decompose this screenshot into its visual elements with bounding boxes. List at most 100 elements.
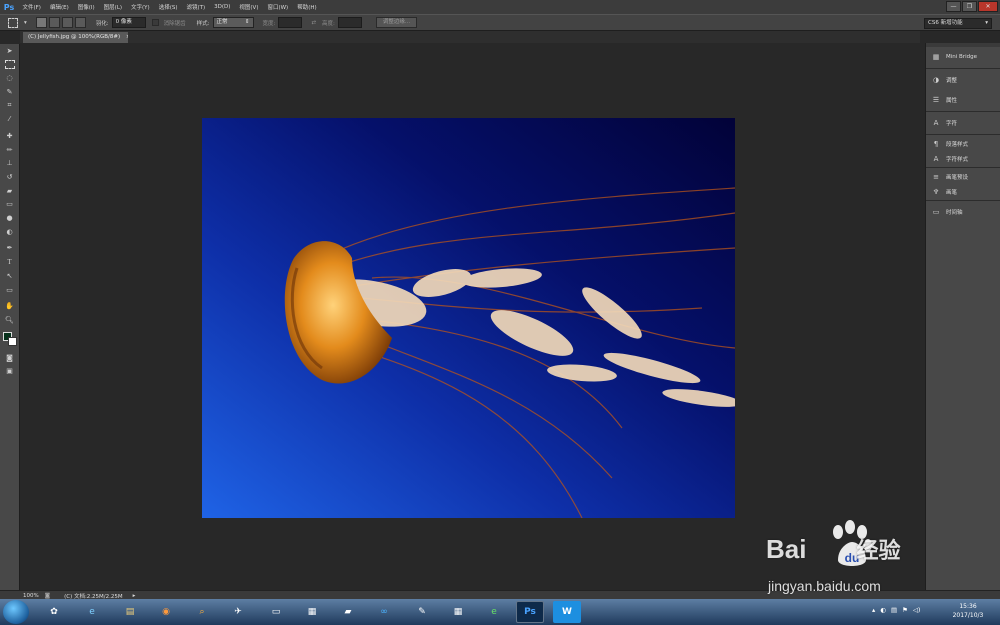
color-swatches[interactable]: [0, 327, 19, 351]
canvas-area[interactable]: [20, 43, 924, 590]
brush-tool-icon[interactable]: ✏: [0, 143, 19, 157]
panel-properties[interactable]: ☰ 属性: [926, 90, 1000, 110]
document-image[interactable]: [202, 118, 735, 518]
style-select[interactable]: 正常 ⇕: [212, 17, 254, 28]
blur-tool-icon[interactable]: ●: [0, 211, 19, 225]
subtract-selection-icon[interactable]: [61, 17, 73, 28]
history-brush-tool-icon[interactable]: ↺: [0, 170, 19, 184]
shape-tool-icon[interactable]: ▭: [0, 283, 19, 297]
hand-tool-icon[interactable]: ✋: [0, 299, 19, 313]
width-input[interactable]: [278, 17, 303, 28]
grid-app-icon[interactable]: ▦: [298, 601, 326, 623]
new-selection-icon[interactable]: [35, 17, 47, 28]
tray-arrow-icon[interactable]: ▴: [872, 606, 875, 614]
panel-label: Mini Bridge: [946, 54, 977, 60]
stamp-tool-icon[interactable]: ⊥: [0, 157, 19, 171]
search-app-icon[interactable]: ⌕: [188, 601, 216, 623]
photoshop-taskbar-icon[interactable]: Ps: [516, 601, 544, 623]
move-tool-icon[interactable]: ➤: [0, 44, 19, 58]
book-app-icon[interactable]: ▰: [334, 601, 362, 623]
refine-edge-button[interactable]: 调整边缘...: [375, 17, 418, 28]
clock[interactable]: 15:36 2017/10/3: [942, 602, 994, 620]
eraser-tool-icon[interactable]: ▰: [0, 184, 19, 198]
panel-character-styles[interactable]: A 字符样式: [926, 151, 1000, 166]
tray-network-icon[interactable]: ▤: [891, 606, 897, 614]
panel-brush-presets[interactable]: ≡ 画笔预设: [926, 169, 1000, 184]
menu-image[interactable]: 图像(I): [73, 3, 99, 11]
panel-adjustments[interactable]: ◑ 调整: [926, 70, 1000, 90]
path-select-tool-icon[interactable]: ↖: [0, 269, 19, 283]
dodge-tool-icon[interactable]: ◐: [0, 225, 19, 239]
menu-view[interactable]: 视图(V): [235, 3, 263, 11]
add-selection-icon[interactable]: [48, 17, 60, 28]
screen-mode-icon[interactable]: ▣: [0, 364, 19, 378]
panel-timeline[interactable]: ▭ 时间轴: [926, 202, 1000, 222]
swap-icon[interactable]: ⇄: [311, 20, 316, 26]
type-tool-icon[interactable]: T: [0, 255, 19, 269]
quick-mask-icon[interactable]: ◙: [0, 351, 19, 365]
pen-tool-icon[interactable]: ✒: [0, 242, 19, 256]
green-app-icon[interactable]: e: [480, 601, 508, 623]
feather-input[interactable]: 0 像素: [111, 17, 146, 28]
preset-dropdown-arrow[interactable]: ▾: [24, 20, 27, 26]
crop-tool-icon[interactable]: ⌗: [0, 99, 19, 113]
ocean-background: [202, 118, 735, 518]
menu-select[interactable]: 选择(S): [154, 3, 182, 11]
panel-mini-bridge[interactable]: ▦ Mini Bridge: [926, 47, 1000, 67]
paragraph-styles-icon: ¶: [933, 139, 939, 148]
taskbar-app-icon[interactable]: ✿: [40, 601, 68, 623]
gradient-tool-icon[interactable]: ▭: [0, 198, 19, 212]
panel-label: 画笔预设: [946, 174, 969, 181]
height-input[interactable]: [337, 17, 362, 28]
document-tab[interactable]: (C) Jellyfish.jpg @ 100%(RGB/8#) ×: [23, 32, 128, 43]
menu-window[interactable]: 窗口(W): [263, 3, 293, 11]
menu-file[interactable]: 文件(F): [18, 3, 45, 11]
marquee-preset-icon[interactable]: [8, 17, 18, 28]
document-tab-row: (C) Jellyfish.jpg @ 100%(RGB/8#) ×: [20, 31, 920, 43]
monitor-app-icon[interactable]: ▭: [262, 601, 290, 623]
restore-button[interactable]: ❐: [962, 1, 977, 12]
panel-brush[interactable]: ♆ 画笔: [926, 184, 1000, 199]
style-select-value: 正常: [216, 19, 228, 25]
tray-app-icon[interactable]: ◐: [880, 606, 886, 614]
minimize-button[interactable]: —: [946, 1, 961, 12]
quick-select-tool-icon[interactable]: ✎: [0, 85, 19, 99]
background-color-swatch[interactable]: [8, 336, 17, 346]
menu-3d[interactable]: 3D(D): [210, 4, 235, 10]
marquee-tool-icon[interactable]: [0, 58, 19, 72]
cloud-app-icon[interactable]: ∞: [370, 601, 398, 623]
baidu-watermark: du Bai 经验 jingyan.baidu.com: [766, 520, 946, 600]
calculator-icon[interactable]: ▦: [444, 601, 472, 623]
bird-app-icon[interactable]: ✈: [224, 601, 252, 623]
explorer-icon[interactable]: ▤: [116, 601, 144, 623]
volume-icon[interactable]: ◁): [913, 606, 921, 614]
paint-app-icon[interactable]: ✎: [408, 601, 436, 623]
menu-help[interactable]: 帮助(H): [293, 3, 321, 11]
zoom-tool-icon[interactable]: 🔍︎: [0, 313, 19, 327]
menu-filter[interactable]: 滤镜(T): [182, 3, 210, 11]
status-icon[interactable]: ◙: [42, 593, 53, 599]
panel-character[interactable]: A 字符: [926, 113, 1000, 133]
antialias-checkbox[interactable]: [151, 19, 159, 26]
menu-type[interactable]: 文字(Y): [127, 3, 155, 11]
eyedropper-tool-icon[interactable]: ⁄: [0, 112, 19, 126]
baidu-wordmark: Bai 经验: [766, 533, 900, 565]
w-app-icon[interactable]: W: [553, 601, 581, 623]
intersect-selection-icon[interactable]: [74, 17, 86, 28]
properties-icon: ☰: [932, 96, 940, 104]
close-button[interactable]: ✕: [978, 1, 998, 12]
zoom-level[interactable]: 100%: [20, 593, 42, 599]
tray-flag-icon[interactable]: ⚑: [902, 606, 908, 614]
lasso-tool-icon[interactable]: ◌: [0, 71, 19, 85]
menu-layer[interactable]: 图层(L): [99, 3, 126, 11]
workspace-select[interactable]: CS6 新增功能 ▾: [924, 18, 992, 29]
firefox-icon[interactable]: ◉: [152, 601, 180, 623]
panel-paragraph-styles[interactable]: ¶ 段落样式: [926, 136, 1000, 151]
tab-close-icon[interactable]: ×: [126, 34, 128, 40]
heal-tool-icon[interactable]: ✚: [0, 129, 19, 143]
start-button[interactable]: [3, 600, 29, 624]
window-controls: — ❐ ✕: [946, 1, 998, 12]
ie-icon[interactable]: e: [78, 601, 106, 623]
menu-edit[interactable]: 编辑(E): [45, 3, 73, 11]
status-menu-arrow[interactable]: ▸: [130, 593, 139, 599]
